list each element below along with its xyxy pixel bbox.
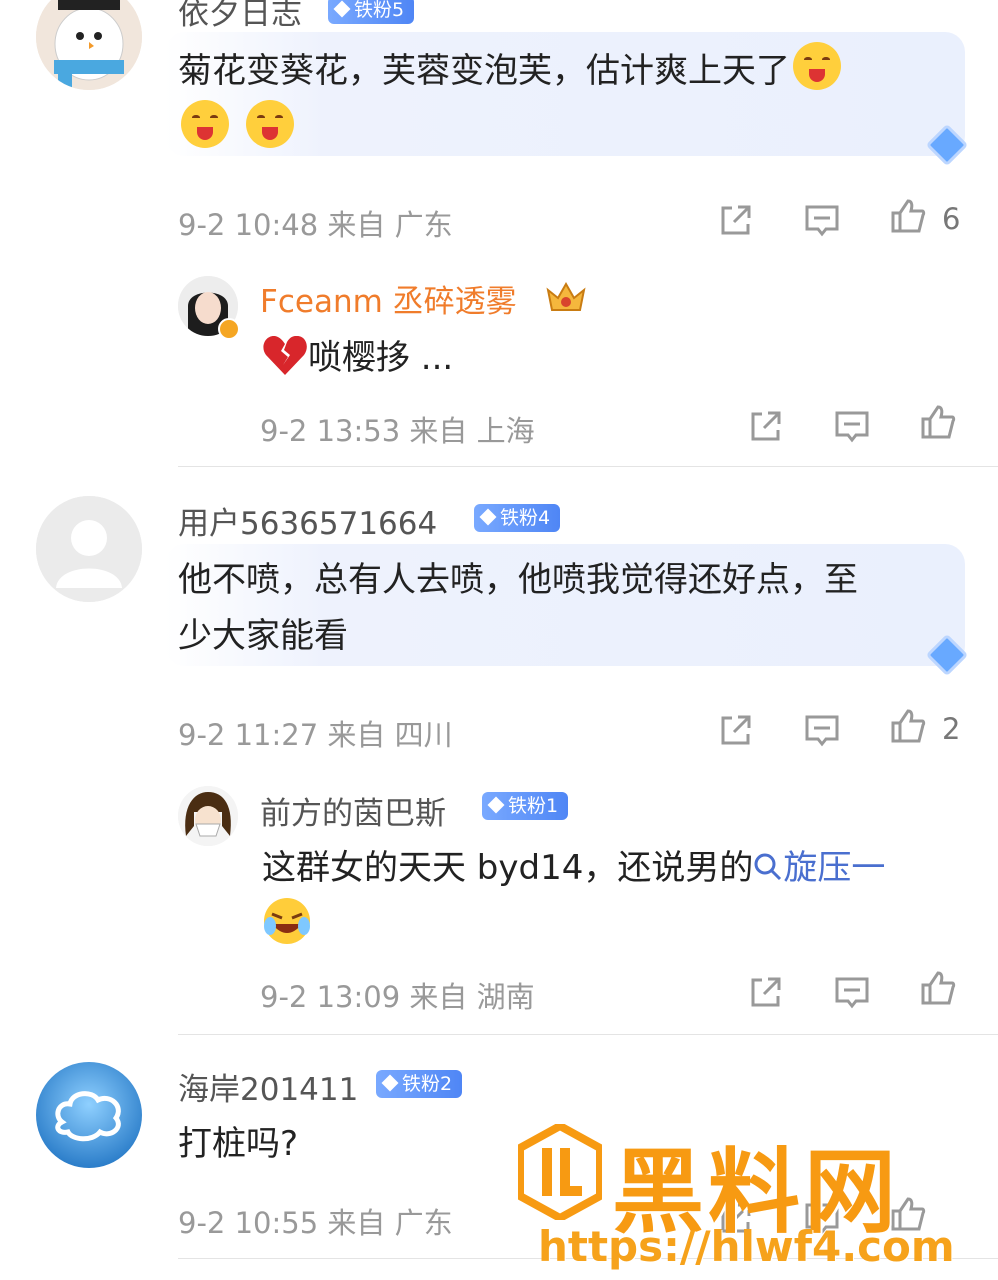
drool-emoji-icon bbox=[181, 100, 229, 148]
comment-icon[interactable] bbox=[834, 408, 870, 444]
fan-badge: 铁粉1 bbox=[482, 792, 569, 820]
crown-icon bbox=[544, 280, 588, 314]
avatar[interactable] bbox=[36, 496, 142, 602]
comment-icon[interactable] bbox=[834, 974, 870, 1010]
share-icon[interactable] bbox=[718, 712, 754, 748]
share-icon[interactable] bbox=[718, 202, 754, 238]
comment-meta: 9-2 10:48 来自 广东 bbox=[178, 208, 453, 242]
search-link[interactable]: 旋压一 bbox=[753, 848, 885, 888]
comment-meta: 9-2 13:09 来自 湖南 bbox=[260, 980, 535, 1014]
drool-emoji-icon bbox=[793, 42, 841, 90]
like-icon[interactable] bbox=[890, 198, 926, 234]
comment-text: 打桩吗? bbox=[178, 1124, 299, 1164]
drool-emoji-icon bbox=[245, 100, 294, 148]
search-icon bbox=[753, 843, 783, 881]
watermark-url: https://hlwf4.com bbox=[538, 1222, 955, 1271]
like-icon[interactable] bbox=[920, 970, 956, 1006]
comment-meta: 9-2 10:55 来自 广东 bbox=[178, 1206, 453, 1240]
divider bbox=[178, 1034, 998, 1035]
avatar[interactable] bbox=[36, 1062, 142, 1168]
comment-emoji-row bbox=[178, 100, 297, 157]
laugh-cry-emoji-icon bbox=[262, 896, 312, 946]
comment-emoji-row bbox=[262, 896, 312, 957]
comment-icon[interactable] bbox=[804, 712, 840, 748]
broken-heart-icon bbox=[262, 333, 308, 377]
fan-badge: 铁粉5 bbox=[328, 0, 415, 24]
username[interactable]: 依夕日志 bbox=[178, 0, 302, 33]
comment-text: 他不喷，总有人去喷，他喷我觉得还好点，至 bbox=[178, 560, 858, 600]
share-icon[interactable] bbox=[748, 408, 784, 444]
comment-text: 菊花变葵花，芙蓉变泡芙，估计爽上天了 bbox=[178, 42, 844, 99]
avatar[interactable] bbox=[36, 0, 142, 90]
comment-icon[interactable] bbox=[804, 202, 840, 238]
comment-text: 这群女的天天 byd14，还说男的 旋压一 bbox=[262, 840, 885, 896]
watermark-logo bbox=[516, 1121, 604, 1223]
divider bbox=[178, 466, 998, 467]
like-count: 2 bbox=[942, 712, 961, 746]
fan-badge: 铁粉4 bbox=[474, 504, 561, 532]
fan-badge: 铁粉2 bbox=[376, 1070, 463, 1098]
verified-icon bbox=[218, 318, 240, 340]
like-icon[interactable] bbox=[920, 404, 956, 440]
comment-meta: 9-2 11:27 来自 四川 bbox=[178, 718, 453, 752]
comment-text: 少大家能看 bbox=[178, 616, 348, 656]
username[interactable]: 用户5636571664 bbox=[178, 498, 437, 543]
avatar[interactable] bbox=[178, 786, 238, 846]
like-icon[interactable] bbox=[890, 708, 926, 744]
comment-text: 唢樱拸 ... bbox=[262, 330, 453, 386]
username[interactable]: Fceanm 丞碎透雾 bbox=[260, 276, 517, 321]
share-icon[interactable] bbox=[748, 974, 784, 1010]
like-count: 6 bbox=[942, 202, 961, 236]
username[interactable]: 前方的茵巴斯 bbox=[260, 788, 446, 833]
comment-meta: 9-2 13:53 来自 上海 bbox=[260, 414, 535, 448]
username[interactable]: 海岸201411 bbox=[178, 1064, 358, 1109]
